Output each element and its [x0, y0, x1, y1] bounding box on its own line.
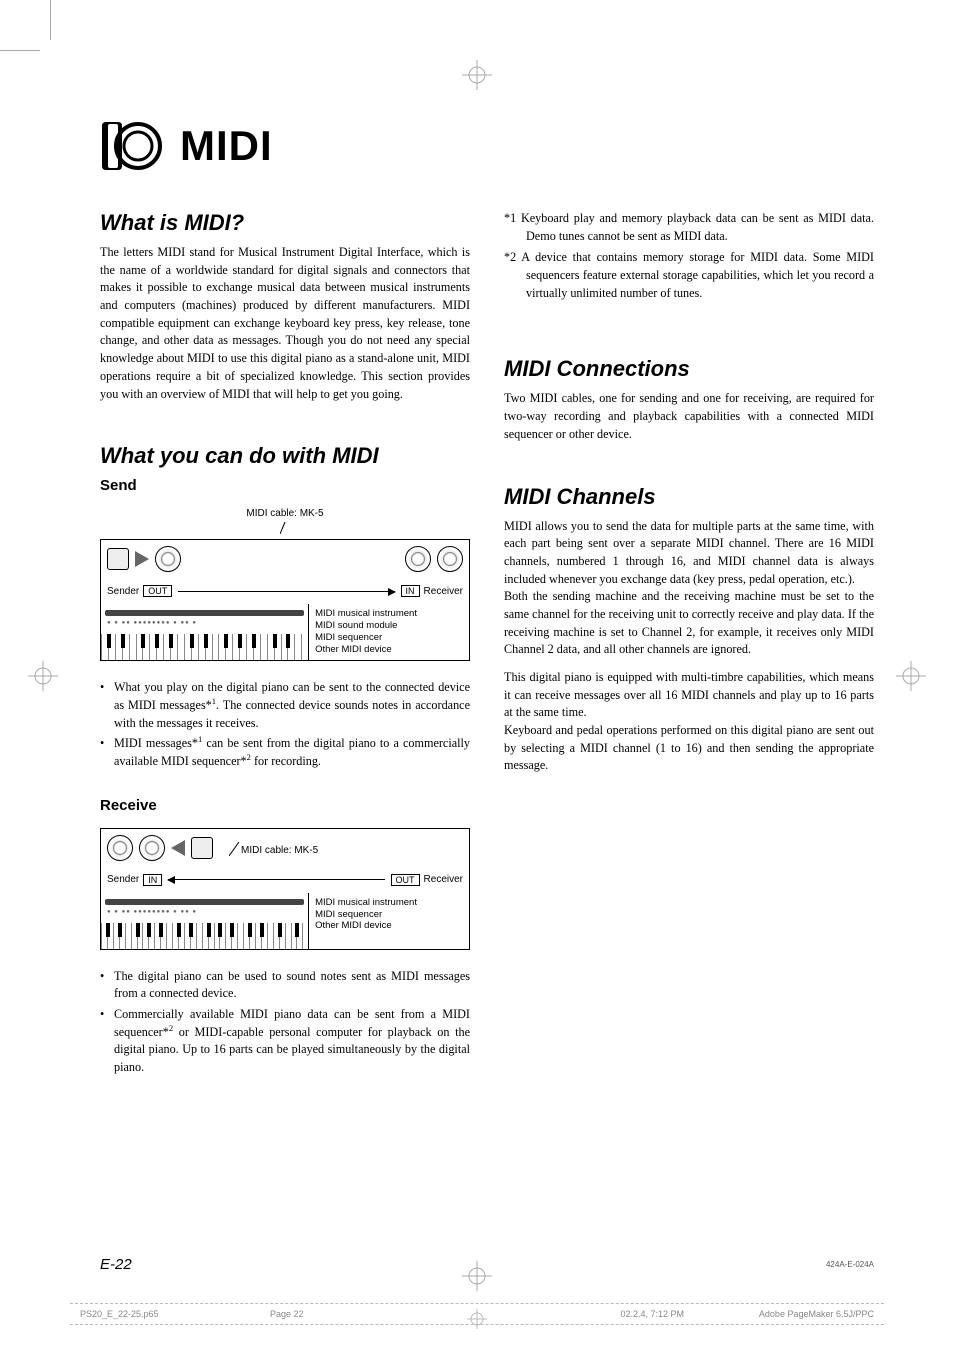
keyboard-icon: ● ● ●● ●●●●●●●● ● ●● ● — [101, 893, 309, 949]
speaker-icon — [437, 546, 463, 572]
port-label: OUT — [143, 585, 172, 597]
diagram-label: Sender — [107, 874, 139, 885]
body-text: Two MIDI cables, one for sending and one… — [504, 390, 874, 443]
heading-what-is-midi: What is MIDI? — [100, 210, 470, 236]
diagram-caption: MIDI cable: MK-5 — [241, 845, 318, 856]
port-label: OUT — [391, 874, 420, 886]
subheading-receive: Receive — [100, 797, 470, 814]
arrow-right-icon — [135, 551, 149, 567]
send-diagram: MIDI cable: MK-5 S — [100, 508, 470, 661]
chapter-header: MIDI — [100, 120, 874, 172]
speaker-icon — [405, 546, 431, 572]
keyboard-icon: ● ● ●● ●●●●●●●● ● ●● ● — [101, 604, 309, 660]
heading-what-you-can-do: What you can do with MIDI — [100, 443, 470, 469]
heading-midi-connections: MIDI Connections — [504, 356, 874, 382]
registration-mark-icon — [462, 1261, 492, 1291]
speaker-icon — [155, 546, 181, 572]
imposition-app: Adobe PageMaker 6.5J/PPC — [759, 1309, 874, 1319]
document-code: 424A-E-024A — [826, 1260, 874, 1269]
body-text: Both the sending machine and the receivi… — [504, 588, 874, 659]
diagram-label: Receiver — [424, 586, 463, 597]
list-item: The digital piano can be used to sound n… — [100, 968, 470, 1003]
heading-midi-channels: MIDI Channels — [504, 484, 874, 510]
diagram-label: Receiver — [424, 874, 463, 885]
crop-mark — [50, 0, 51, 40]
arrow-left-icon — [171, 840, 185, 856]
imposition-page: Page 22 — [270, 1309, 304, 1319]
body-text: MIDI allows you to send the data for mul… — [504, 518, 874, 589]
diagram-info: MIDI musical instrument MIDI sequencer O… — [309, 893, 469, 949]
body-text: The letters MIDI stand for Musical Instr… — [100, 244, 470, 403]
device-icon — [191, 837, 213, 859]
device-icon — [107, 548, 129, 570]
arrow-right-icon — [178, 591, 394, 592]
speaker-icon — [139, 835, 165, 861]
arrow-left-icon — [168, 879, 384, 880]
page: MIDI What is MIDI? The letters MIDI stan… — [0, 0, 954, 1351]
diagram-caption: MIDI cable: MK-5 — [100, 508, 470, 519]
content-area: MIDI What is MIDI? The letters MIDI stan… — [100, 120, 874, 1251]
subheading-send: Send — [100, 477, 470, 494]
port-label: IN — [401, 585, 420, 597]
imposition-date: 02.2.4, 7:12 PM — [620, 1309, 684, 1319]
right-column: *1 Keyboard play and memory playback dat… — [504, 210, 874, 1087]
footnote: *1 Keyboard play and memory playback dat… — [504, 210, 874, 245]
list-item: MIDI messages*1 can be sent from the dig… — [100, 735, 470, 770]
diagram-info: MIDI musical instrument MIDI sound modul… — [309, 604, 469, 660]
receive-bullets: The digital piano can be used to sound n… — [100, 968, 470, 1077]
diagram-label: Sender — [107, 586, 139, 597]
imposition-file: PS20_E_22-25.p65 — [80, 1309, 159, 1319]
speaker-icon — [107, 835, 133, 861]
body-text: This digital piano is equipped with mult… — [504, 669, 874, 722]
receive-diagram: MIDI cable: MK-5 Sender IN OUT — [100, 828, 470, 950]
registration-mark-icon — [467, 1309, 487, 1329]
list-item: Commercially available MIDI piano data c… — [100, 1006, 470, 1077]
crop-mark — [0, 50, 40, 51]
chapter-title: MIDI — [180, 122, 273, 170]
chapter-icon — [100, 120, 168, 172]
left-column: What is MIDI? The letters MIDI stand for… — [100, 210, 470, 1087]
registration-mark-icon — [28, 661, 58, 691]
body-text: Keyboard and pedal operations performed … — [504, 722, 874, 775]
imposition-bar: PS20_E_22-25.p65 Page 22 02.2.4, 7:12 PM… — [70, 1303, 884, 1325]
send-bullets: What you play on the digital piano can b… — [100, 679, 470, 770]
footnote: *2 A device that contains memory storage… — [504, 249, 874, 302]
registration-mark-icon — [462, 60, 492, 90]
port-label: IN — [143, 874, 162, 886]
list-item: What you play on the digital piano can b… — [100, 679, 470, 732]
page-number: E-22 — [100, 1256, 132, 1273]
registration-mark-icon — [896, 661, 926, 691]
